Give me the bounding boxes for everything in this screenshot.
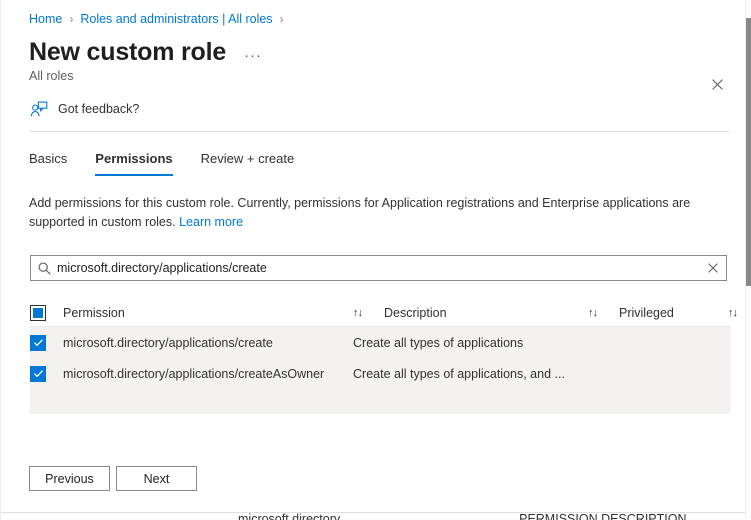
table-body: microsoft.directory/applications/create … — [30, 327, 731, 414]
table-header-row: Permission ↑↓ Description ↑↓ Privileged … — [30, 299, 738, 327]
cell-permission: microsoft.directory/applications/create — [63, 335, 273, 350]
more-options-button[interactable]: ··· — [244, 48, 262, 63]
tab-permissions[interactable]: Permissions — [95, 150, 173, 176]
breadcrumb-item-home[interactable]: Home — [29, 12, 62, 26]
tab-review-create[interactable]: Review + create — [201, 150, 295, 176]
search-input[interactable] — [57, 257, 700, 279]
clear-search-icon[interactable] — [700, 263, 726, 273]
column-header-trailing: ↑↓ — [728, 307, 738, 319]
sort-icon-permission[interactable]: ↑↓ — [353, 307, 363, 319]
tab-list: Basics Permissions Review + create — [1, 132, 745, 176]
cell-description: Create all types of applications, and ..… — [353, 366, 565, 381]
cell-permission: microsoft.directory/applications/createA… — [63, 366, 325, 381]
table-row[interactable]: microsoft.directory/applications/create … — [30, 327, 731, 358]
table-row[interactable]: microsoft.directory/applications/createA… — [30, 358, 731, 389]
close-icon[interactable] — [706, 73, 728, 95]
column-header-permission: Permission — [63, 306, 353, 320]
title-row: New custom role ··· — [1, 30, 745, 90]
command-bar: Got feedback? — [1, 83, 745, 123]
row-checkbox[interactable] — [30, 334, 46, 351]
page-title: New custom role — [29, 38, 227, 66]
indeterminate-mark-icon — [33, 307, 43, 318]
row-select-cell — [30, 334, 63, 351]
description-body: Add permissions for this custom role. Cu… — [29, 196, 691, 229]
search-box[interactable] — [30, 255, 727, 281]
breadcrumb: Home › Roles and administrators | All ro… — [1, 0, 745, 30]
description-text: Add permissions for this custom role. Cu… — [1, 176, 739, 232]
row-checkbox[interactable] — [30, 365, 46, 382]
clipped-content-below-fold: microsoft.directory PERMISSION DESCRIPTI… — [1, 513, 745, 520]
got-feedback-button[interactable]: Got feedback? — [29, 96, 147, 122]
column-header-description: ↑↓ Description — [353, 306, 588, 320]
clipped-text-right: PERMISSION DESCRIPTION — [519, 513, 687, 520]
check-icon — [33, 339, 43, 347]
breadcrumb-item-roles-and-administrators[interactable]: Roles and administrators | All roles — [80, 12, 272, 26]
next-button[interactable]: Next — [116, 466, 197, 491]
column-header-privileged-label[interactable]: Privileged — [619, 306, 674, 320]
select-all-checkbox[interactable] — [30, 304, 46, 321]
vertical-scrollbar[interactable] — [745, 0, 751, 520]
sort-icon-privileged[interactable]: ↑↓ — [728, 307, 738, 319]
clipped-text-left: microsoft.directory — [238, 513, 341, 520]
search-icon — [31, 262, 57, 275]
learn-more-link[interactable]: Learn more — [179, 215, 243, 229]
permissions-table: Permission ↑↓ Description ↑↓ Privileged … — [30, 299, 738, 414]
got-feedback-label: Got feedback? — [58, 102, 140, 116]
cell-description: Create all types of applications — [353, 335, 524, 350]
breadcrumb-separator-icon: › — [279, 12, 284, 26]
column-header-description-label[interactable]: Description — [384, 306, 447, 320]
column-header-privileged: ↑↓ Privileged — [588, 306, 728, 320]
tab-basics[interactable]: Basics — [29, 150, 67, 176]
check-icon — [33, 370, 43, 378]
scrollbar-thumb[interactable] — [746, 18, 751, 286]
wizard-footer: Previous Next — [1, 466, 745, 491]
person-feedback-icon — [29, 100, 49, 118]
sort-icon-description[interactable]: ↑↓ — [588, 307, 598, 319]
blade-new-custom-role: Home › Roles and administrators | All ro… — [0, 0, 745, 520]
previous-button[interactable]: Previous — [29, 466, 110, 491]
column-header-permission-label[interactable]: Permission — [63, 306, 125, 320]
breadcrumb-separator-icon: › — [69, 12, 74, 26]
row-select-cell — [30, 365, 63, 382]
select-all-cell — [30, 304, 63, 321]
page-subtitle: All roles — [29, 69, 74, 83]
